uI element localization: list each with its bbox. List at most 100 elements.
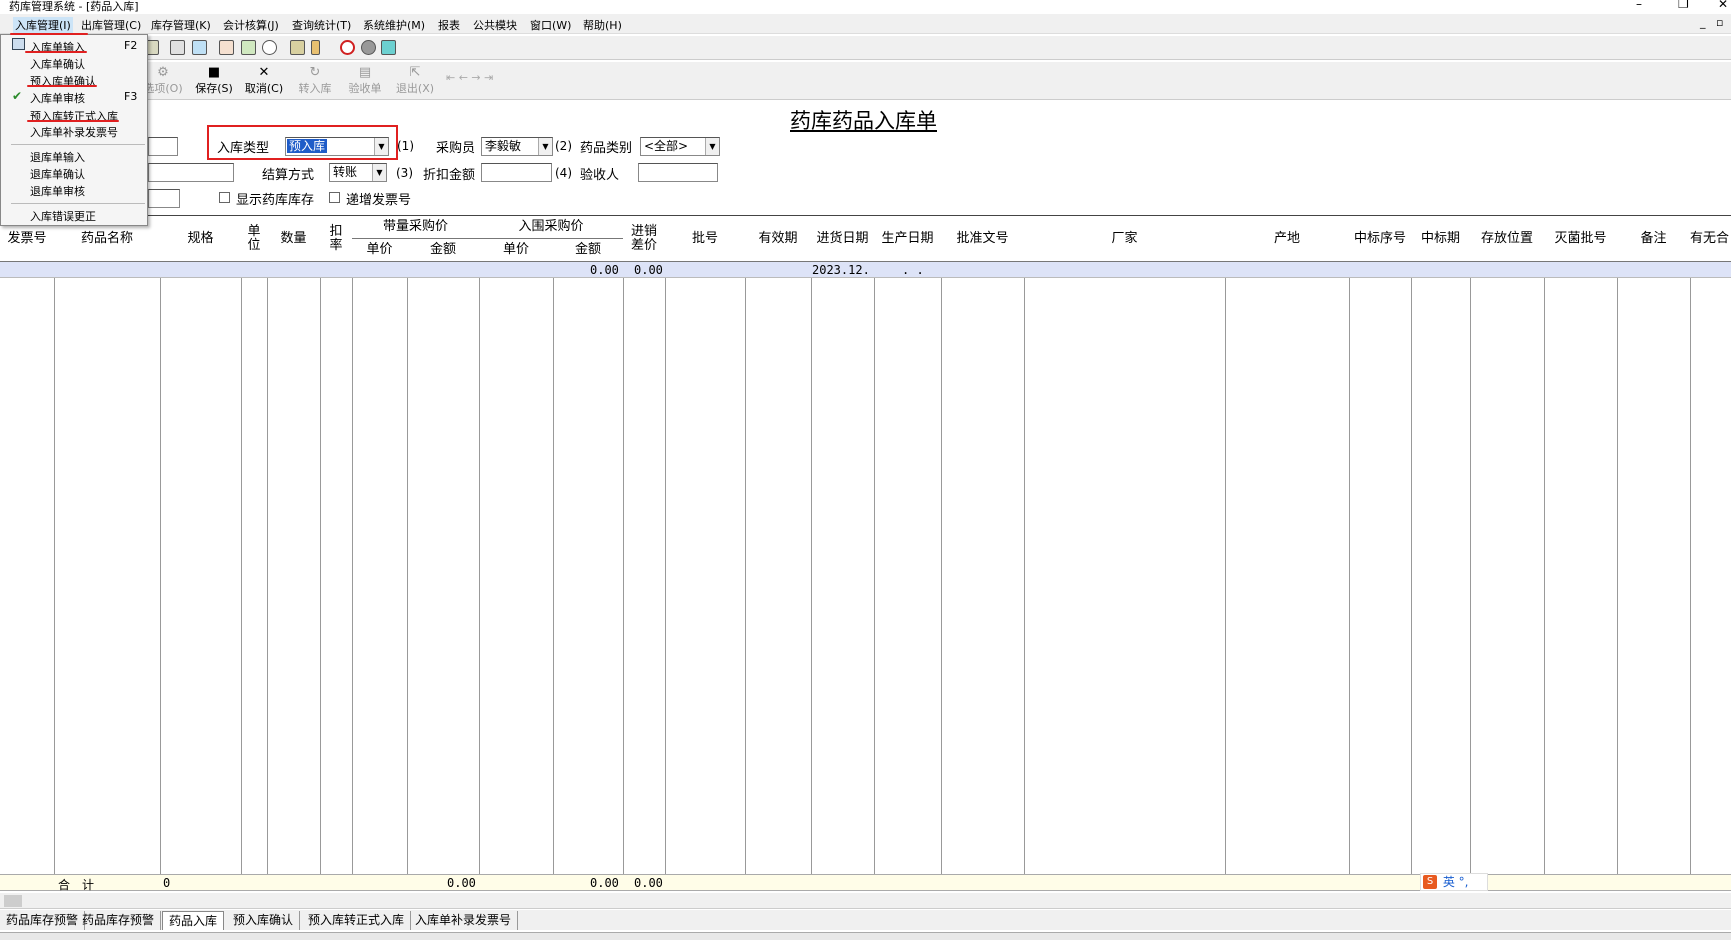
discount-input[interactable] <box>481 163 552 182</box>
tab-pre-to-formal[interactable]: 预入库转正式入库 <box>302 911 412 930</box>
grid-icon[interactable] <box>192 40 207 55</box>
menu-item-entry-confirm[interactable]: 入库单确认 <box>30 56 85 72</box>
chart-icon[interactable] <box>241 40 256 55</box>
row1-prod-date: . . <box>902 263 924 277</box>
menu-public[interactable]: 公共模块 <box>473 17 517 33</box>
title-bar: 药库管理系统 - [药品入库] – ❐ ✕ <box>0 0 1731 14</box>
col-sterile-batch[interactable]: 灭菌批号 <box>1544 216 1618 262</box>
save-button[interactable]: ■ 保存(S) <box>191 66 237 96</box>
table-row[interactable]: 0.00 0.00 2023.12. . . <box>0 262 1731 278</box>
printer-icon: ▤ <box>358 65 372 80</box>
annotation-underline <box>25 51 87 53</box>
window-tabs: 药品库存预警 药品库存预警 药品入库 预入库确认 预入库转正式入库 入库单补录发… <box>0 910 1731 930</box>
col-purchase-date[interactable]: 进货日期 <box>811 216 875 262</box>
acceptance-slip-button[interactable]: ▤ 验收单 <box>342 66 388 96</box>
col-bid-no[interactable]: 中标序号 <box>1349 216 1412 262</box>
inspector-input[interactable] <box>638 163 718 182</box>
discount-label: 折扣金额 <box>423 168 476 183</box>
menu-query[interactable]: 查询统计(T) <box>292 17 351 33</box>
col-bring-unit[interactable]: 单价 <box>352 239 408 262</box>
menu-reports[interactable]: 报表 <box>438 17 460 33</box>
col-remark[interactable]: 备注 <box>1617 216 1691 262</box>
settlement-select[interactable]: 转账 ▼ <box>329 163 387 182</box>
calculator-icon[interactable] <box>219 40 234 55</box>
menu-outbound[interactable]: 出库管理(C) <box>81 17 141 33</box>
category-select[interactable]: <全部> ▼ <box>640 137 720 156</box>
col-in-amount[interactable]: 金额 <box>553 239 624 262</box>
menu-window[interactable]: 窗口(W) <box>530 17 571 33</box>
status-bar <box>0 932 1731 940</box>
col-approval[interactable]: 批准文号 <box>941 216 1025 262</box>
scroll-thumb[interactable] <box>4 895 22 907</box>
highlight-box <box>207 125 398 160</box>
mdi-minimize-icon[interactable]: _ <box>1700 16 1706 29</box>
restore-icon[interactable]: ❐ <box>1678 0 1689 11</box>
left-field-1[interactable] <box>148 137 178 156</box>
col-expiry[interactable]: 有效期 <box>745 216 812 262</box>
show-stock-checkbox[interactable] <box>219 192 230 203</box>
menu-item-return-audit[interactable]: 退库单审核 <box>30 183 85 199</box>
menu-item-return-confirm[interactable]: 退库单确认 <box>30 166 85 182</box>
menu-system[interactable]: 系统维护(M) <box>363 17 425 33</box>
minimize-icon[interactable]: – <box>1636 0 1642 11</box>
col-spec[interactable]: 规格 <box>160 216 242 262</box>
tab-drug-inbound[interactable]: 药品入库 <box>162 911 225 930</box>
left-field-3[interactable] <box>148 189 180 208</box>
col-bring-amount[interactable]: 金额 <box>407 239 480 262</box>
thermometer-icon[interactable] <box>311 40 320 55</box>
tab-stock-warning-2[interactable]: 药品库存预警 <box>76 911 162 930</box>
exit-button[interactable]: ⇱ 退出(X) <box>392 66 438 96</box>
stop-icon[interactable] <box>340 40 355 55</box>
col-location[interactable]: 存放位置 <box>1470 216 1545 262</box>
acceptance-label: 验收单 <box>348 82 382 95</box>
col-discount-rate[interactable]: 扣率 <box>320 216 353 262</box>
menu-help[interactable]: 帮助(H) <box>583 17 622 33</box>
col-origin[interactable]: 产地 <box>1225 216 1350 262</box>
transfer-inbound-button[interactable]: ↻ 转入库 <box>292 66 338 96</box>
folder-icon[interactable] <box>290 40 305 55</box>
mdi-restore-icon[interactable]: ▫ <box>1716 16 1723 29</box>
settlement-value: 转账 <box>333 165 358 179</box>
incr-invoice-checkbox[interactable] <box>329 192 340 203</box>
col-batch[interactable]: 批号 <box>665 216 746 262</box>
menu-item-invoice-supplement[interactable]: 入库单补录发票号 <box>30 124 118 140</box>
entry-grid[interactable]: 发票号 药品名称 规格 单位 数量 扣率 带量采购价 单价 金额 入围采购价 单… <box>0 215 1731 890</box>
ime-indicator[interactable]: S 英 °, <box>1420 873 1488 891</box>
col-prod-date[interactable]: 生产日期 <box>874 216 942 262</box>
chevron-down-icon[interactable]: ▼ <box>372 164 386 181</box>
nav-arrows-icon[interactable]: ⇤ ← → ⇥ <box>446 71 493 84</box>
col-bid-period[interactable]: 中标期 <box>1411 216 1471 262</box>
menu-item-entry-audit[interactable]: 入库单审核 <box>30 90 85 106</box>
left-field-2[interactable] <box>148 163 234 182</box>
magnifier-icon[interactable] <box>262 40 277 55</box>
tab-pre-inbound-confirm[interactable]: 预入库确认 <box>227 911 301 930</box>
menu-separator <box>11 203 145 204</box>
menu-item-error-correct[interactable]: 入库错误更正 <box>30 208 96 224</box>
chevron-down-icon[interactable]: ▼ <box>705 138 719 155</box>
cancel-button[interactable]: ✕ 取消(C) <box>241 66 287 96</box>
buyer-select[interactable]: 李毅敏 ▼ <box>481 137 553 156</box>
col-cut[interactable]: 有无合 <box>1690 216 1731 262</box>
col-in-unit[interactable]: 单价 <box>479 239 554 262</box>
col-diff[interactable]: 进销差价 <box>623 216 666 262</box>
col-maker[interactable]: 厂家 <box>1024 216 1226 262</box>
summary-qty: 0 <box>163 876 171 890</box>
col-qty[interactable]: 数量 <box>267 216 321 262</box>
buyer-value: 李毅敏 <box>485 139 522 153</box>
eraser-icon[interactable] <box>361 40 376 55</box>
summary-label: 合 计 <box>58 878 95 892</box>
col-unit[interactable]: 单位 <box>241 216 268 262</box>
calendar-icon[interactable] <box>381 40 396 55</box>
menu-item-return-input[interactable]: 退库单输入 <box>30 149 85 165</box>
tab-stock-warning-1[interactable]: 药品库存预警 <box>0 911 86 930</box>
horizontal-scrollbar[interactable] <box>0 893 1731 909</box>
x-icon: ✕ <box>258 65 270 80</box>
copy-doc-icon[interactable] <box>170 40 185 55</box>
tab-invoice-supplement[interactable]: 入库单补录发票号 <box>409 911 519 930</box>
menu-inbound[interactable]: 入库管理(I) <box>13 17 73 33</box>
settlement-label: 结算方式 <box>262 168 315 183</box>
menu-inventory[interactable]: 库存管理(K) <box>151 17 211 33</box>
chevron-down-icon[interactable]: ▼ <box>538 138 552 155</box>
close-icon[interactable]: ✕ <box>1718 0 1728 11</box>
menu-accounting[interactable]: 会计核算(J) <box>223 17 279 33</box>
